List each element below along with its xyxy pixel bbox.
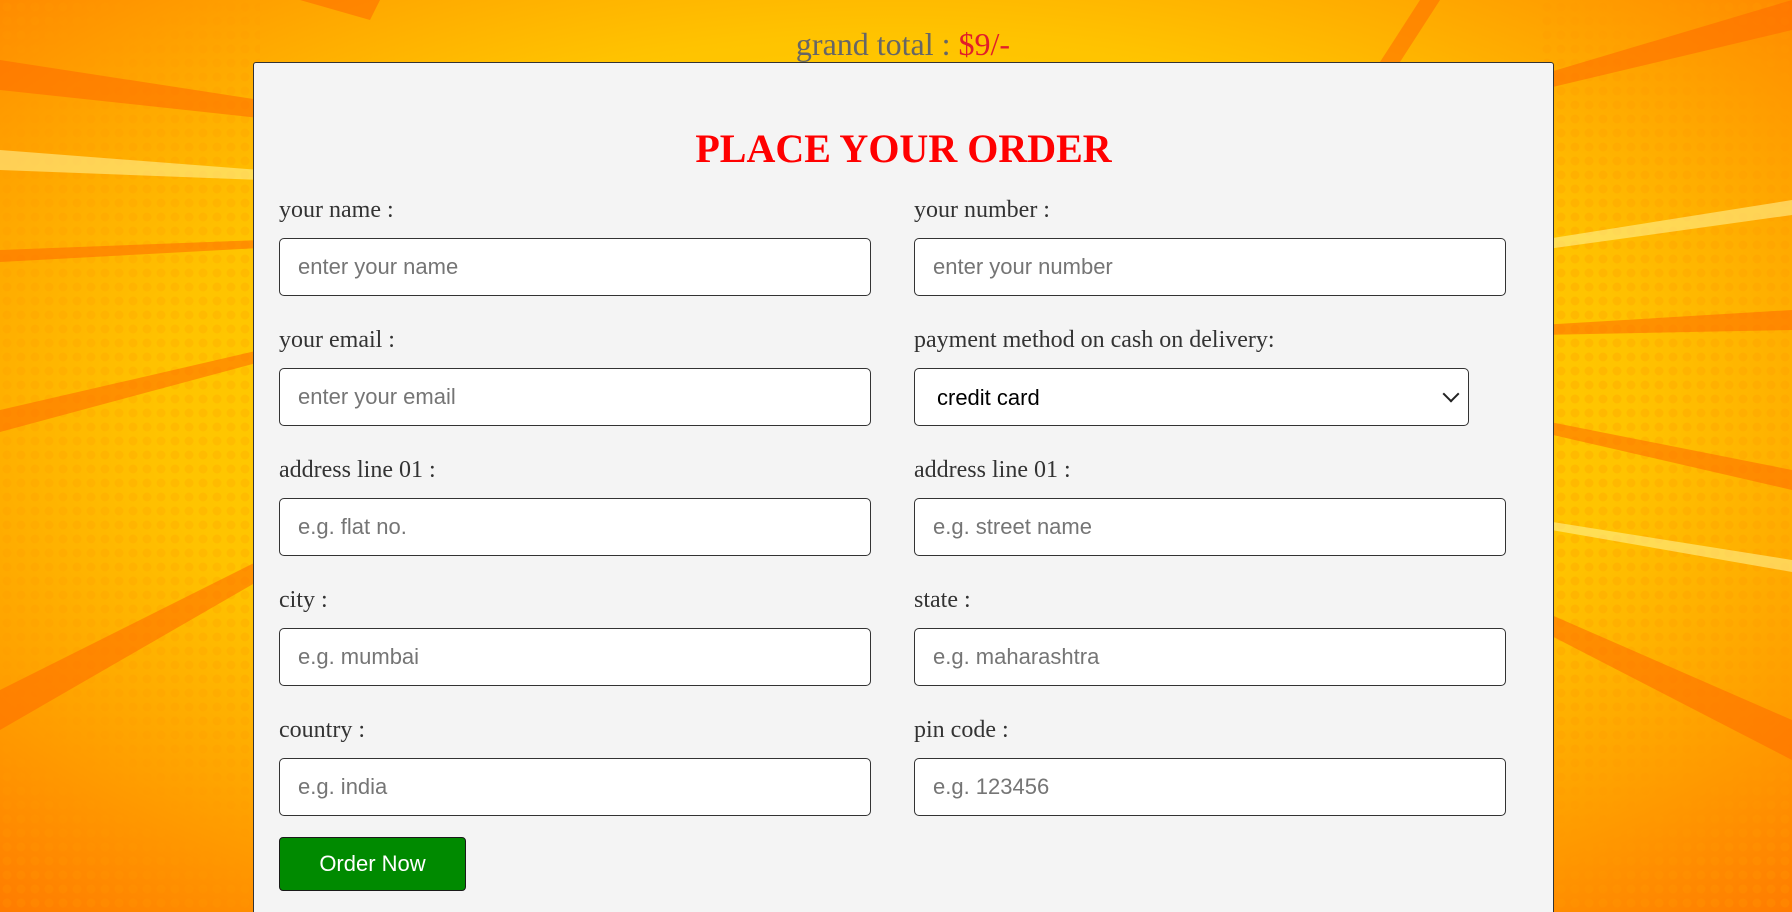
city-field: city : <box>279 586 871 686</box>
payment-label: payment method on cash on delivery: <box>914 327 1275 353</box>
name-input[interactable] <box>279 238 871 296</box>
state-label: state : <box>914 587 971 613</box>
grand-total: grand total : $9/- <box>0 24 1792 64</box>
country-field: country : <box>279 716 871 816</box>
number-input[interactable] <box>914 238 1506 296</box>
email-label: your email : <box>279 327 395 353</box>
flat-field: address line 01 : <box>279 456 871 556</box>
pin-input[interactable] <box>914 758 1506 816</box>
grand-total-label: grand total : <box>795 26 959 62</box>
flat-input[interactable] <box>279 498 871 556</box>
city-label: city : <box>279 587 328 613</box>
flat-label: address line 01 : <box>279 457 436 483</box>
payment-method-select[interactable]: credit card <box>914 368 1469 426</box>
pin-label: pin code : <box>914 717 1009 743</box>
payment-select-wrap: credit card <box>914 368 1469 426</box>
city-input[interactable] <box>279 628 871 686</box>
country-input[interactable] <box>279 758 871 816</box>
order-form: PLACE YOUR ORDER your name : your number… <box>253 62 1554 912</box>
street-label: address line 01 : <box>914 457 1071 483</box>
email-input[interactable] <box>279 368 871 426</box>
order-now-button[interactable]: Order Now <box>279 837 466 891</box>
grand-total-amount: $9/- <box>958 26 1011 62</box>
name-field: your name : <box>279 196 871 296</box>
payment-field: payment method on cash on delivery: cred… <box>914 326 1506 426</box>
name-label: your name : <box>279 197 394 223</box>
number-label: your number : <box>914 197 1050 223</box>
email-field: your email : <box>279 326 871 426</box>
form-title: PLACE YOUR ORDER <box>695 126 1112 171</box>
state-field: state : <box>914 586 1506 686</box>
country-label: country : <box>279 717 365 743</box>
street-field: address line 01 : <box>914 456 1506 556</box>
state-input[interactable] <box>914 628 1506 686</box>
pin-field: pin code : <box>914 716 1506 816</box>
number-field: your number : <box>914 196 1506 296</box>
street-input[interactable] <box>914 498 1506 556</box>
